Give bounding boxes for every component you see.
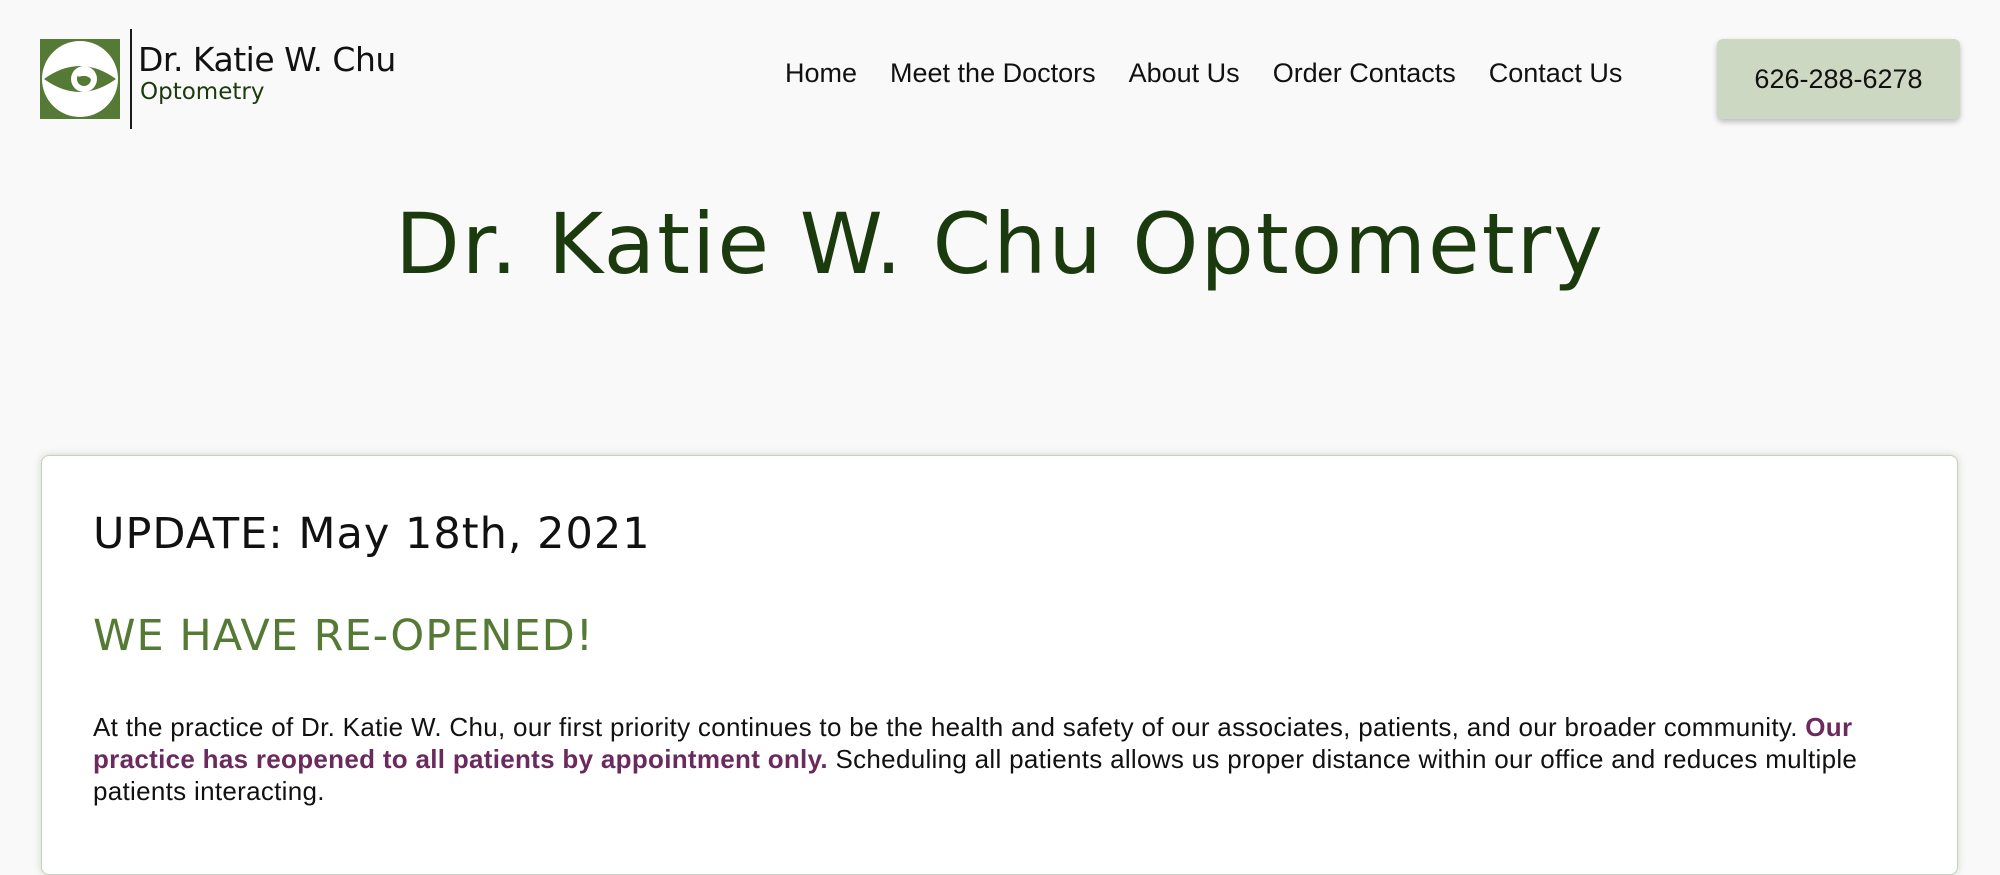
nav-meet-the-doctors[interactable]: Meet the Doctors [890,58,1096,89]
main-nav: Home Meet the Doctors About Us Order Con… [785,58,1655,89]
phone-button[interactable]: 626-288-6278 [1717,39,1960,119]
logo-subtitle: Optometry [140,79,265,105]
logo-name: Dr. Katie W. Chu [138,40,396,79]
site-logo[interactable]: Dr. Katie W. Chu Optometry [40,29,396,129]
update-heading: UPDATE: May 18th, 2021 [93,509,651,559]
nav-contact-us[interactable]: Contact Us [1489,58,1623,89]
notice-body: At the practice of Dr. Katie W. Chu, our… [93,711,1933,807]
logo-text: Dr. Katie W. Chu Optometry [138,40,396,106]
nav-order-contacts[interactable]: Order Contacts [1273,58,1456,89]
logo-divider [130,29,132,129]
update-notice-card: UPDATE: May 18th, 2021 WE HAVE RE-OPENED… [41,455,1958,875]
site-header: Dr. Katie W. Chu Optometry Home Meet the… [0,0,2000,140]
notice-body-intro: At the practice of Dr. Katie W. Chu, our… [93,712,1806,742]
eye-icon [40,39,120,119]
reopen-heading: WE HAVE RE-OPENED! [93,611,594,661]
nav-about-us[interactable]: About Us [1129,58,1240,89]
nav-home[interactable]: Home [785,58,857,89]
page-title: Dr. Katie W. Chu Optometry [395,195,1605,293]
